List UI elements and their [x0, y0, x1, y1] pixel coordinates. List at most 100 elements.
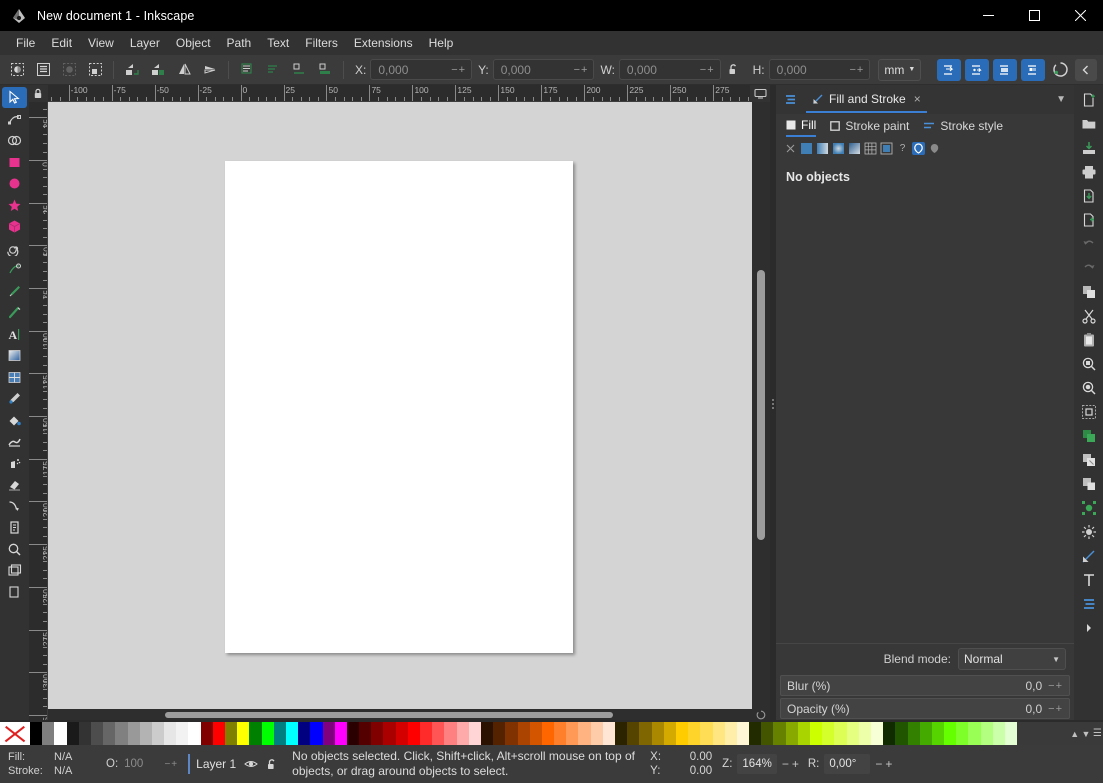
menu-object[interactable]: Object	[168, 33, 219, 53]
h-field[interactable]: 0,000 −+	[768, 59, 871, 80]
lock-guides-icon[interactable]	[29, 85, 48, 102]
y-field[interactable]: 0,000 −+	[492, 59, 595, 80]
flip-vertical-icon[interactable]	[199, 59, 221, 81]
palette-swatch[interactable]	[30, 722, 43, 745]
palette-swatch[interactable]	[992, 722, 1005, 745]
deselect-icon[interactable]	[58, 59, 80, 81]
opacity-slider[interactable]: Opacity (%) 0,0 −+	[780, 698, 1070, 719]
palette-swatch[interactable]	[810, 722, 823, 745]
tweak-tool[interactable]	[2, 431, 27, 452]
gradient-tool[interactable]	[2, 345, 27, 366]
palette-swatch[interactable]	[212, 722, 225, 745]
palette-swatch[interactable]	[736, 722, 750, 745]
palette-swatch[interactable]	[480, 722, 494, 745]
palette-swatch[interactable]	[944, 722, 957, 745]
palette-swatch[interactable]	[590, 722, 603, 745]
flip-horizontal-icon[interactable]	[173, 59, 195, 81]
evenodd-fillrule-button[interactable]	[912, 141, 925, 155]
palette-swatch[interactable]	[456, 722, 469, 745]
rotate-90-cw-icon[interactable]	[147, 59, 169, 81]
palette-swatch[interactable]	[651, 722, 664, 745]
palette-swatch[interactable]	[66, 722, 79, 745]
palette-swatches[interactable]	[30, 722, 1069, 745]
palette-swatch[interactable]	[334, 722, 347, 745]
unit-selector[interactable]: mm ▼	[878, 58, 922, 81]
palette-swatch[interactable]	[176, 722, 189, 745]
tab-stroke-style[interactable]: Stroke style	[923, 115, 1003, 137]
palette-swatch[interactable]	[700, 722, 713, 745]
rotation-control[interactable]: R: 0,00° −+	[808, 754, 896, 774]
nonzero-fillrule-button[interactable]	[928, 142, 941, 155]
3dbox-tool[interactable]	[2, 216, 27, 237]
palette-swatch[interactable]	[566, 722, 579, 745]
clone-icon[interactable]	[1076, 448, 1101, 471]
scroll-up-icon[interactable]: ▲	[1070, 729, 1079, 739]
palette-swatch[interactable]	[846, 722, 859, 745]
expand-commands-icon[interactable]	[1076, 616, 1101, 639]
chevron-down-icon[interactable]: ▼	[1056, 94, 1066, 105]
opacity-steppers[interactable]: −+	[1048, 703, 1063, 715]
palette-swatch[interactable]	[103, 722, 116, 745]
palette-swatch[interactable]	[164, 722, 177, 745]
dock-tab-fill-and-stroke[interactable]: Fill and Stroke ×	[806, 86, 927, 113]
connector-tool[interactable]	[2, 496, 27, 517]
zoom-control[interactable]: Z: 164% −+	[722, 754, 802, 774]
swatch-button[interactable]	[880, 142, 893, 155]
palette-swatch[interactable]	[188, 722, 201, 745]
node-tool[interactable]	[2, 109, 27, 130]
palette-swatch[interactable]	[773, 722, 786, 745]
palette-swatch[interactable]	[639, 722, 652, 745]
undo-icon[interactable]	[1076, 232, 1101, 255]
opacity-spinner[interactable]: 100 −+	[122, 754, 181, 774]
select-same-icon[interactable]	[84, 59, 106, 81]
palette-swatch[interactable]	[822, 722, 835, 745]
palette-swatch[interactable]	[261, 722, 274, 745]
raise-icon[interactable]	[262, 59, 284, 81]
copy-icon[interactable]	[1076, 280, 1101, 303]
close-icon[interactable]	[1057, 0, 1103, 31]
no-paint-button[interactable]	[784, 142, 797, 155]
rotation-field[interactable]: 0,00°	[824, 754, 871, 774]
palette-swatch[interactable]	[615, 722, 628, 745]
palette-swatch[interactable]	[578, 722, 591, 745]
palette-swatch[interactable]	[298, 722, 311, 745]
palette-swatch[interactable]	[395, 722, 408, 745]
pattern-button[interactable]	[864, 142, 877, 155]
menu-extensions[interactable]: Extensions	[346, 33, 421, 53]
h-field-steppers[interactable]: −+	[850, 64, 867, 76]
ungroup-icon[interactable]	[1076, 520, 1101, 543]
text-dialog-icon[interactable]	[1076, 568, 1101, 591]
lower-icon[interactable]	[288, 59, 310, 81]
palette-swatch[interactable]	[54, 722, 67, 745]
cut-icon[interactable]	[1076, 304, 1101, 327]
palette-swatch[interactable]	[78, 722, 91, 745]
palette-swatch[interactable]	[627, 722, 640, 745]
dropper-tool[interactable]	[2, 388, 27, 409]
save-document-icon[interactable]	[1076, 136, 1101, 159]
unlink-clone-icon[interactable]	[1076, 472, 1101, 495]
redo-icon[interactable]	[1076, 256, 1101, 279]
blur-slider[interactable]: Blur (%) 0,0 −+	[780, 675, 1070, 696]
xml-editor-icon[interactable]	[1076, 592, 1101, 615]
palette-swatch[interactable]	[139, 722, 152, 745]
tab-stroke-paint[interactable]: Stroke paint	[830, 115, 909, 137]
import-icon[interactable]	[1076, 184, 1101, 207]
print-document-icon[interactable]	[1076, 160, 1101, 183]
pencil-tool[interactable]	[2, 259, 27, 280]
palette-swatch[interactable]	[749, 722, 762, 745]
vertical-scrollbar-thumb[interactable]	[757, 270, 765, 540]
palette-swatch[interactable]	[785, 722, 798, 745]
spiral-tool[interactable]	[2, 238, 27, 259]
menu-file[interactable]: File	[8, 33, 43, 53]
palette-swatch[interactable]	[761, 722, 774, 745]
palette-swatch[interactable]	[797, 722, 810, 745]
measure-tool[interactable]	[2, 560, 27, 581]
palette-swatch[interactable]	[249, 722, 262, 745]
shape-builder-tool[interactable]	[2, 130, 27, 151]
palette-swatch[interactable]	[90, 722, 104, 745]
palette-swatch[interactable]	[371, 722, 384, 745]
palette-swatch[interactable]	[493, 722, 506, 745]
collapse-toolbar-icon[interactable]	[1075, 58, 1098, 81]
eye-icon[interactable]	[244, 758, 259, 770]
fill-stroke-dialog-icon[interactable]	[1076, 544, 1101, 567]
